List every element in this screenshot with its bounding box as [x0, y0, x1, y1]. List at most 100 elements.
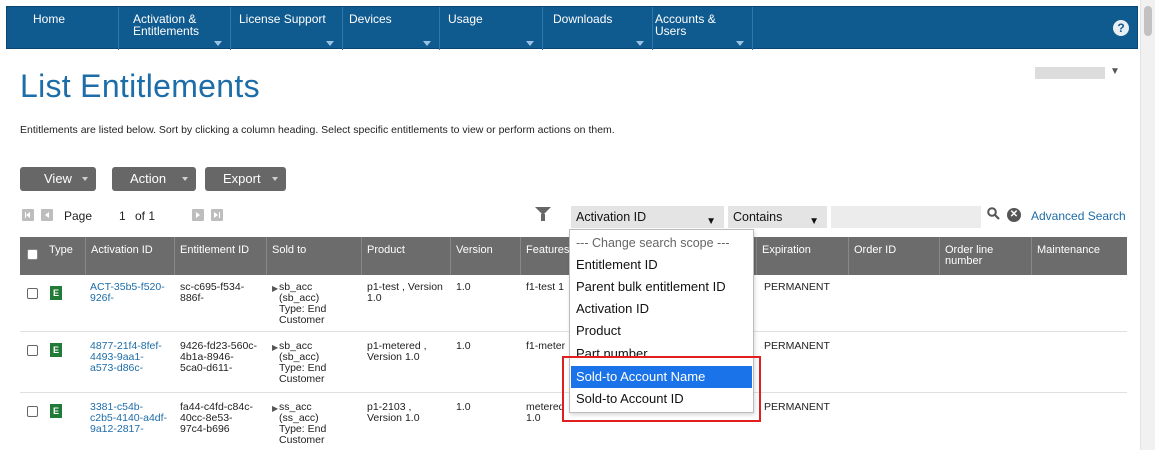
page-count-label: of 1 — [135, 209, 156, 223]
dropdown-option-activation-id[interactable]: Activation ID — [571, 298, 752, 320]
nav-accounts-users[interactable]: Accounts & Users — [653, 7, 753, 50]
nav-home-label: Home — [33, 12, 66, 26]
product-cell: p1-test , Version 1.0 — [367, 281, 443, 304]
advanced-search-link[interactable]: Advanced Search — [1031, 209, 1126, 223]
view-button-label: View — [44, 171, 72, 186]
export-button[interactable]: Export — [205, 167, 286, 191]
dropdown-option-product[interactable]: Product — [571, 320, 752, 342]
first-page-icon[interactable] — [22, 209, 34, 221]
chevron-down-icon — [214, 41, 222, 46]
activation-id-link[interactable]: 4877-21f4-8fef- 4493-9aa1- a573-d86c- — [90, 341, 162, 374]
row-checkbox[interactable] — [27, 345, 38, 356]
column-header-expiration[interactable]: Expiration — [757, 237, 849, 275]
search-operator-select[interactable]: Contains ▼ — [728, 206, 827, 228]
entitlement-type-icon: E — [50, 343, 62, 357]
chevron-down-icon — [736, 41, 744, 46]
nav-devices[interactable]: Devices — [343, 7, 440, 50]
page-label: Page — [64, 209, 93, 223]
export-button-label: Export — [223, 171, 261, 186]
version-cell: 1.0 — [456, 401, 471, 413]
sold-to-cell: sb_acc (sb_acc) Type: End Customer — [279, 281, 327, 326]
activation-id-link[interactable]: 3381-c54b- c2b5-4140-a4df- 9a12-2817- — [90, 402, 167, 435]
chevron-down-icon — [636, 41, 644, 46]
search-input[interactable] — [831, 206, 981, 228]
entitlement-id-cell: 9426-fd23-560c- 4b1a-8946- 5ca0-d611- — [180, 340, 258, 374]
column-header-version[interactable]: Version — [451, 237, 521, 275]
user-menu[interactable] — [1035, 67, 1105, 79]
chevron-down-icon — [526, 41, 534, 46]
column-header-order-line-number[interactable]: Order line number — [940, 237, 1032, 275]
last-page-icon[interactable] — [211, 209, 223, 221]
annotation-highlight-box — [562, 356, 761, 422]
entitlement-type-icon: E — [50, 286, 62, 300]
search-icon[interactable] — [987, 207, 1000, 220]
column-header-entitlement-id[interactable]: Entitlement ID — [175, 237, 267, 275]
dropdown-option-hint: --- Change search scope --- — [576, 236, 730, 250]
nav-usage-label: Usage — [448, 12, 483, 26]
chevron-down-icon — [423, 41, 431, 46]
column-header-type[interactable]: Type — [44, 237, 86, 275]
chevron-down-icon — [182, 177, 188, 181]
features-cell: metered 1.0 — [526, 401, 565, 424]
entitlement-id-cell: fa44-c4fd-c84c- 40cc-8e53- 97c4-b696 — [180, 401, 253, 435]
nav-accounts-users-label: Accounts & Users — [655, 12, 716, 38]
entitlement-id-cell: sc-c695-f534- 886f- — [180, 281, 245, 304]
page-intro-text: Entitlements are listed below. Sort by c… — [20, 124, 615, 136]
top-navigation-bar: Home Activation & Entitlements License S… — [6, 6, 1138, 50]
select-all-checkbox[interactable] — [27, 249, 38, 260]
view-button[interactable]: View — [20, 167, 96, 191]
version-cell: 1.0 — [456, 281, 471, 293]
nav-license-support-label: License Support — [239, 12, 326, 26]
sold-to-cell: sb_acc (sb_acc) Type: End Customer — [279, 340, 327, 385]
expiration-cell: PERMANENT — [764, 281, 830, 293]
chevron-down-icon — [326, 41, 334, 46]
nav-downloads[interactable]: Downloads — [543, 7, 653, 50]
dropdown-option-parent-bulk-entitlement-id[interactable]: Parent bulk entitlement ID — [571, 276, 752, 298]
action-button[interactable]: Action — [112, 167, 196, 191]
search-scope-value: Activation ID — [576, 210, 647, 224]
row-checkbox[interactable] — [27, 288, 38, 299]
column-header-order-id[interactable]: Order ID — [849, 237, 940, 275]
scrollbar-thumb[interactable] — [1144, 6, 1152, 36]
row-checkbox[interactable] — [27, 406, 38, 417]
nav-usage[interactable]: Usage — [440, 7, 543, 50]
next-page-icon[interactable] — [192, 209, 204, 221]
current-page-field[interactable]: 1 — [119, 209, 126, 223]
search-scope-select[interactable]: Activation ID ▼ — [571, 206, 724, 228]
dropdown-option-entitlement-id[interactable]: Entitlement ID — [571, 254, 752, 276]
entitlement-type-icon: E — [50, 404, 62, 418]
activation-id-link[interactable]: ACT-35b5-f520- 926f- — [90, 282, 165, 304]
features-cell: f1-test 1 — [526, 281, 564, 293]
column-header-product[interactable]: Product — [362, 237, 451, 275]
page-title: List Entitlements — [20, 68, 260, 104]
expand-arrow-icon[interactable]: ▶ — [272, 283, 278, 294]
column-header-maintenance[interactable]: Maintenance — [1032, 237, 1127, 275]
previous-page-icon[interactable] — [41, 209, 53, 221]
help-icon[interactable]: ? — [1113, 20, 1129, 36]
column-header-sold-to[interactable]: Sold to — [267, 237, 362, 275]
expand-arrow-icon[interactable]: ▶ — [272, 342, 278, 353]
clear-search-icon[interactable]: ✕ — [1007, 208, 1021, 222]
chevron-down-icon: ▼ — [809, 216, 819, 227]
expiration-cell: PERMANENT — [764, 401, 830, 413]
nav-activation-entitlements[interactable]: Activation & Entitlements — [119, 7, 231, 50]
filter-icon[interactable] — [535, 207, 551, 221]
search-operator-value: Contains — [733, 210, 783, 224]
product-cell: p1-2103 , Version 1.0 — [367, 401, 420, 424]
chevron-down-icon[interactable]: ▼ — [1110, 66, 1120, 77]
nav-license-support[interactable]: License Support — [231, 7, 343, 50]
features-cell: f1-meter — [526, 340, 566, 352]
vertical-scrollbar[interactable] — [1140, 0, 1155, 450]
action-button-label: Action — [130, 171, 167, 186]
chevron-down-icon — [272, 177, 278, 181]
chevron-down-icon — [82, 177, 88, 181]
nav-devices-label: Devices — [349, 12, 392, 26]
version-cell: 1.0 — [456, 340, 471, 352]
expand-arrow-icon[interactable]: ▶ — [272, 403, 278, 414]
nav-activation-entitlements-label: Activation & Entitlements — [133, 12, 200, 38]
product-cell: p1-metered , Version 1.0 — [367, 340, 427, 363]
nav-downloads-label: Downloads — [553, 12, 613, 26]
column-header-activation-id[interactable]: Activation ID — [86, 237, 175, 275]
nav-home[interactable]: Home — [7, 7, 119, 50]
sold-to-cell: ss_acc (ss_acc) Type: End Customer — [279, 401, 327, 446]
